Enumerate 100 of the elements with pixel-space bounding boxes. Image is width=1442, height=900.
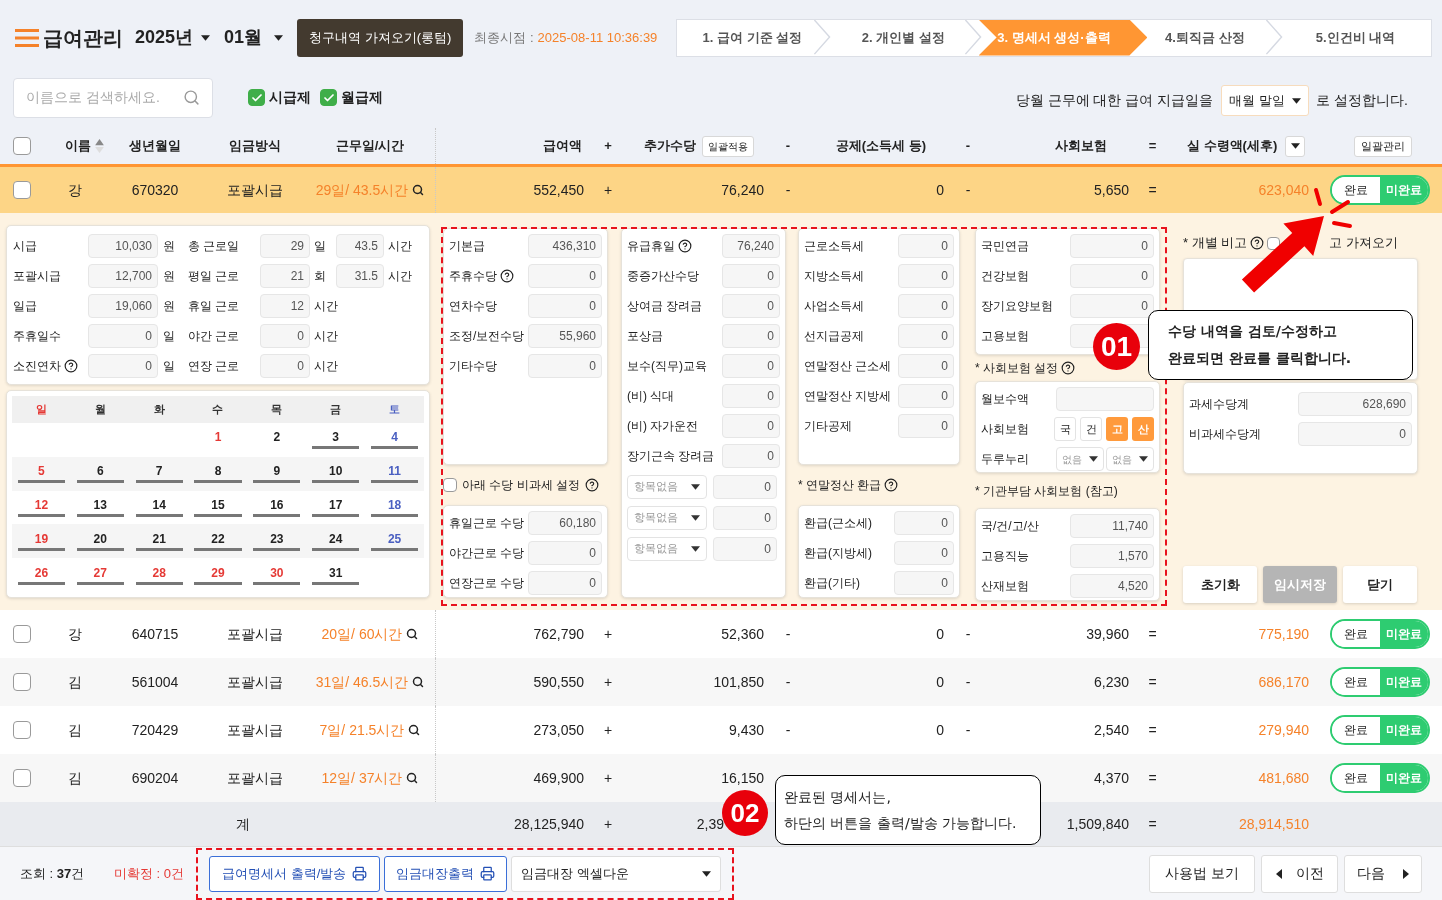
section-label: * 개별 비고: [1183, 234, 1248, 253]
table-cell-text: 0: [936, 180, 944, 200]
field-label: 환급(지방세): [804, 545, 872, 562]
field-label: 야간 근로: [188, 328, 241, 345]
operator-sign: =: [1148, 768, 1157, 788]
section-label: * 사회보험 설정: [975, 360, 1059, 377]
field-label: (비) 자가운전: [627, 418, 699, 435]
field-label: 환급(기타): [804, 575, 860, 592]
field-label: 국/건/고/산: [981, 518, 1039, 535]
field-label: 고용보험: [981, 328, 1029, 345]
operator-sign: =: [1148, 624, 1157, 644]
import-label: 고 가져오기: [1329, 234, 1398, 253]
field-label: 평일 근로: [188, 268, 241, 285]
field-label: 근로소득세: [804, 238, 864, 255]
field-label: 연말정산 근소세: [804, 358, 892, 375]
operator-sign: -: [965, 180, 971, 200]
table-cell-text: 1,509,840: [1066, 814, 1129, 834]
table-cell-text: 28,125,940: [513, 814, 584, 834]
operator-sign: +: [603, 720, 613, 740]
unconfirmed-count: 미확정 : 0건: [114, 864, 185, 883]
field-label: 보수(직무)교육: [627, 358, 707, 375]
field-label: 상여금 장려금: [627, 298, 703, 315]
field-label: 휴일 근로: [188, 298, 241, 315]
payday-text: 당월 근무에 대한 급여 지급일을: [1015, 91, 1214, 110]
field-label: 기본급: [449, 238, 485, 255]
column-header: 사회보험: [1055, 137, 1107, 156]
unit-label: 시간: [313, 298, 336, 315]
operator-sign: =: [1148, 137, 1157, 156]
operator-sign: -: [785, 672, 791, 692]
field-label: 주휴일수: [13, 328, 61, 345]
table-cell-text: 2,540: [1093, 720, 1129, 740]
field-label: 사회보험: [981, 421, 1030, 438]
table-cell-text: 775,190: [1258, 624, 1309, 644]
table-cell-text: 포괄시급: [227, 180, 283, 200]
table-cell-text: 포괄시급: [227, 768, 283, 788]
operator-sign: +: [603, 672, 613, 692]
operator-sign: -: [965, 720, 971, 740]
field-label: 산재보험: [981, 578, 1029, 595]
operator-sign: -: [785, 137, 791, 156]
table-cell-text: 101,850: [713, 672, 764, 692]
weekday-label: 토: [389, 402, 401, 418]
field-label: 포괄시급: [13, 268, 61, 285]
operator-sign: +: [603, 768, 613, 788]
weekday-label: 일: [35, 402, 47, 418]
field-label: 장기요양보험: [981, 298, 1053, 315]
operator-sign: +: [603, 814, 613, 834]
field-label: 국민연금: [981, 238, 1029, 255]
unit-label: 일: [313, 238, 327, 255]
operator-sign: =: [1148, 180, 1157, 200]
table-cell-text: 4,370: [1093, 768, 1129, 788]
last-sync-time: 2025-08-11 10:36:39: [537, 28, 658, 47]
last-sync-label: 최종시점 :: [474, 28, 534, 47]
section-label: * 연말정산 환급: [798, 477, 882, 494]
field-label: 과세수당계: [1189, 396, 1249, 413]
field-label: (비) 식대: [627, 388, 675, 405]
unit-label: 시간: [387, 238, 412, 255]
field-label: 월보수액: [981, 391, 1030, 408]
checkbox-label: 월급제: [341, 88, 383, 107]
field-label: 야간근로 수당: [449, 545, 525, 562]
column-header: 근무일/시간: [335, 137, 405, 156]
table-cell-text: 김: [67, 768, 82, 788]
table-cell-text: 561004: [131, 672, 179, 692]
field-label: 유급휴일: [627, 238, 675, 255]
operator-sign: +: [603, 624, 613, 644]
table-cell-text: 52,360: [721, 624, 764, 644]
table-cell-text: 76,240: [721, 180, 764, 200]
table-cell-text: 552,450: [533, 180, 584, 200]
column-header: 공제(소득세 등): [835, 137, 926, 156]
table-cell-text: 623,040: [1258, 180, 1309, 200]
weekday-label: 월: [94, 402, 106, 418]
field-label: 고용직능: [981, 548, 1029, 565]
section-label: * 기관부담 사회보험 (참고): [975, 482, 1118, 500]
table-cell-text: 279,940: [1258, 720, 1309, 740]
checkbox-label: 아래 수당 비과세 설정: [462, 477, 580, 494]
total-label: 계: [235, 814, 250, 834]
table-cell-text: 686,170: [1258, 672, 1309, 692]
field-label: 연장 근로: [188, 358, 241, 375]
column-header: 임금방식: [229, 137, 281, 156]
weekday-label: 화: [153, 402, 165, 418]
operator-sign: =: [1148, 720, 1157, 740]
table-cell-text: 강: [67, 180, 82, 200]
operator-sign: +: [603, 180, 613, 200]
field-label: 휴일근로 수당: [449, 515, 525, 532]
field-label: 조정/보전수당: [449, 328, 525, 345]
table-cell-text: 9,430: [728, 720, 764, 740]
field-label: 기타공제: [804, 418, 852, 435]
table-cell-text: 469,900: [533, 768, 584, 788]
unit-label: 원: [162, 238, 176, 255]
table-cell-text: 0: [936, 672, 944, 692]
table-cell-text: 28,914,510: [1238, 814, 1309, 834]
operator-sign: -: [785, 720, 791, 740]
field-label: 연말정산 지방세: [804, 388, 892, 405]
column-header: 생년월일: [129, 137, 181, 156]
operator-sign: -: [965, 624, 971, 644]
column-header: 급여액: [543, 137, 582, 156]
payday-text: 로 설정합니다.: [1316, 91, 1408, 110]
operator-sign: +: [604, 137, 612, 156]
table-cell-text: 0: [936, 720, 944, 740]
unit-label: 원: [162, 268, 176, 285]
unit-label: 일: [162, 328, 176, 345]
